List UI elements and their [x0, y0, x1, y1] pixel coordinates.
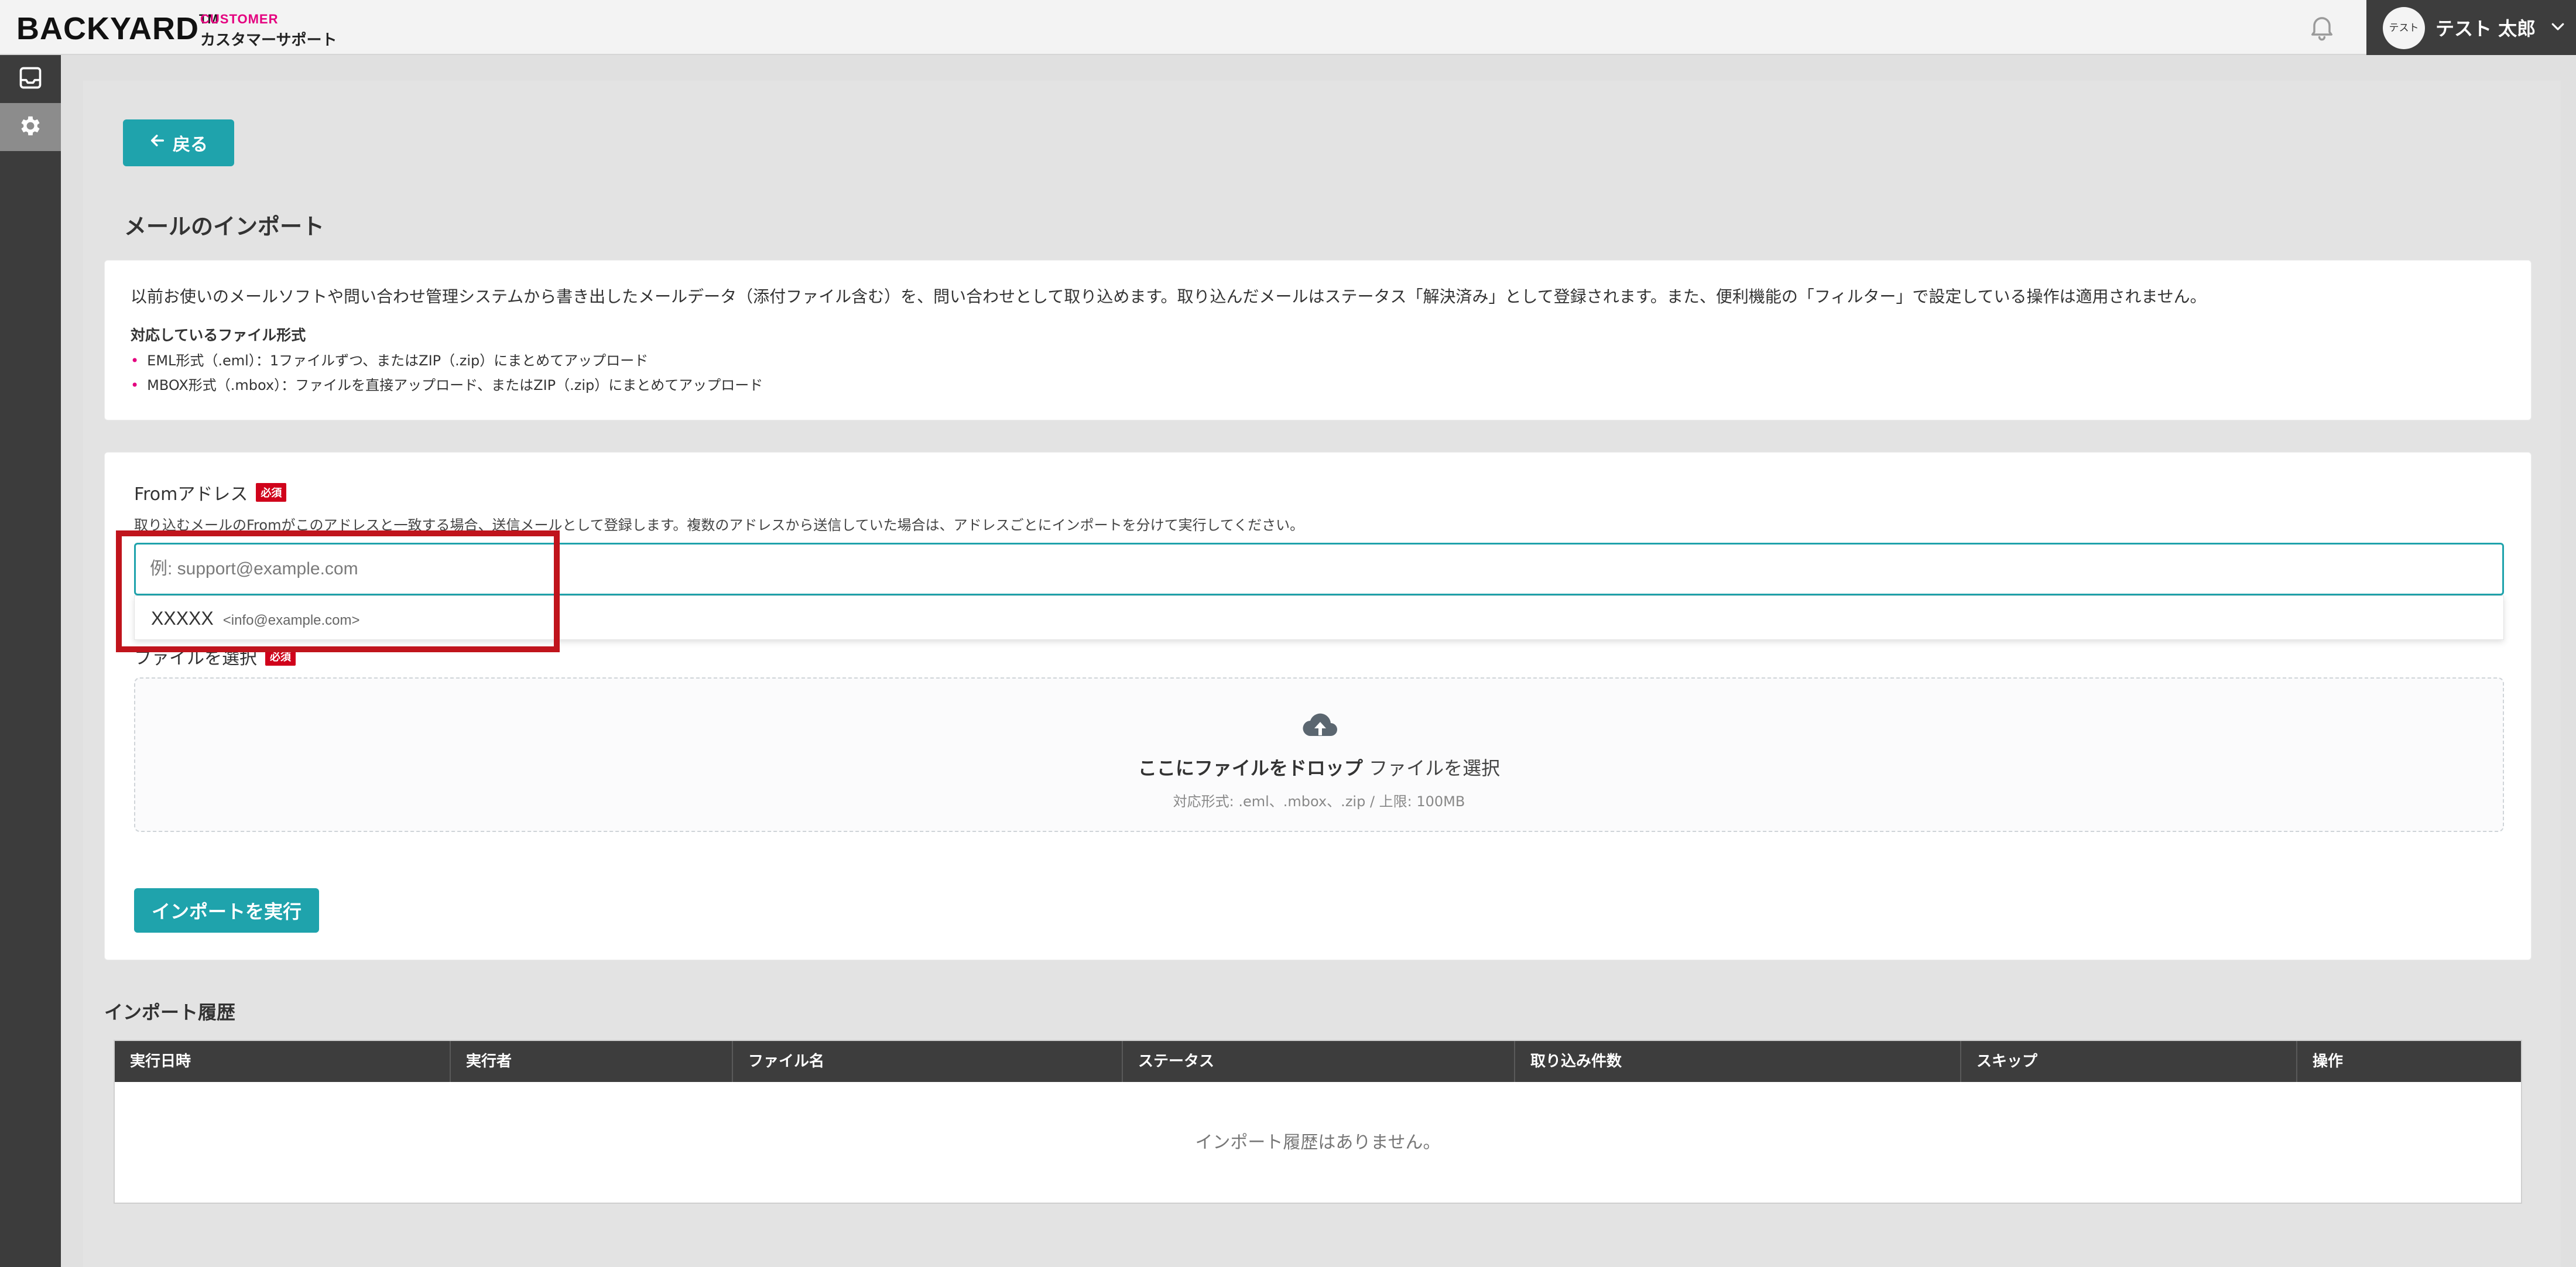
from-label-text: Fromアドレス [134, 484, 248, 505]
dropzone-formats: 対応形式: .eml、.mbox、.zip / 上限: 100MB [1173, 793, 1465, 810]
gear-icon [18, 113, 43, 141]
bell-icon[interactable] [2307, 12, 2337, 42]
col-header-executor[interactable]: 実行者 [451, 1041, 733, 1082]
file-dropzone[interactable]: ここにファイルをドロップ ファイルを選択 対応形式: .eml、.mbox、.z… [134, 677, 2504, 832]
brand-sub-bottom: カスタマーサポート [200, 32, 337, 49]
avatar: テスト [2383, 7, 2425, 49]
info-description: 以前お使いのメールソフトや問い合わせ管理システムから書き出したメールデータ（添付… [131, 287, 2207, 306]
history-empty-message: インポート履歴はありません。 [1195, 1132, 1441, 1153]
user-name: テスト 太郎 [2435, 18, 2536, 40]
sidebar-item-settings[interactable] [0, 103, 61, 151]
sidebar [0, 55, 61, 1267]
info-card: 以前お使いのメールソフトや問い合わせ管理システムから書き出したメールデータ（添付… [104, 260, 2532, 420]
from-address-label: Fromアドレス 必須 [134, 480, 287, 505]
brand-logo[interactable]: BACKYARDTM [16, 11, 219, 47]
cloud-upload-icon [1301, 710, 1339, 743]
sidebar-item-inbox[interactable] [0, 55, 61, 103]
history-table: 実行日時 実行者 ファイル名 ステータス 取り込み件数 スキップ 操作 インポー… [114, 1040, 2522, 1204]
highlight-annotation [116, 530, 560, 652]
required-badge: 必須 [256, 483, 287, 502]
col-header-count[interactable]: 取り込み件数 [1515, 1041, 1961, 1082]
import-button[interactable]: インポートを実行 [134, 888, 319, 933]
col-header-status[interactable]: ステータス [1123, 1041, 1515, 1082]
formats-list: EML形式（.eml）：1ファイルずつ、またはZIP（.zip）にまとめてアップ… [131, 348, 763, 398]
file-select-link[interactable]: ファイルを選択 [1369, 757, 1500, 779]
col-header-datetime[interactable]: 実行日時 [115, 1041, 451, 1082]
chevron-down-icon [2549, 18, 2567, 35]
back-button[interactable]: 戻る [123, 119, 234, 166]
brand-subtitle: CUSTOMER カスタマーサポート [200, 12, 337, 50]
arrow-left-icon [149, 132, 166, 153]
page-title: メールのインポート [124, 214, 325, 239]
col-header-filename[interactable]: ファイル名 [733, 1041, 1123, 1082]
inbox-icon [18, 65, 43, 93]
history-title: インポート履歴 [104, 1001, 236, 1023]
import-form-card: Fromアドレス 必須 取り込むメールのFromがこのアドレスと一致する場合、送… [104, 452, 2532, 960]
formats-heading: 対応しているファイル形式 [131, 327, 306, 344]
format-item-eml: EML形式（.eml）：1ファイルずつ、またはZIP（.zip）にまとめてアップ… [131, 348, 763, 373]
brand-sub-top: CUSTOMER [200, 12, 279, 26]
user-menu[interactable]: テスト テスト 太郎 [2366, 0, 2576, 55]
top-header: BACKYARDTM CUSTOMER カスタマーサポート テスト テスト 太郎 [0, 0, 2576, 55]
format-item-mbox: MBOX形式（.mbox）：ファイルを直接アップロード、またはZIP（.zip）… [131, 373, 763, 398]
col-header-actions[interactable]: 操作 [2297, 1041, 2523, 1082]
dropzone-text: ここにファイルをドロップ ファイルを選択 [135, 754, 2503, 780]
col-header-skip[interactable]: スキップ [1961, 1041, 2297, 1082]
table-header: 実行日時 実行者 ファイル名 ステータス 取り込み件数 スキップ 操作 [115, 1041, 2521, 1082]
back-button-label: 戻る [173, 135, 208, 155]
dropzone-strong-text: ここにファイルをドロップ [1138, 757, 1363, 779]
